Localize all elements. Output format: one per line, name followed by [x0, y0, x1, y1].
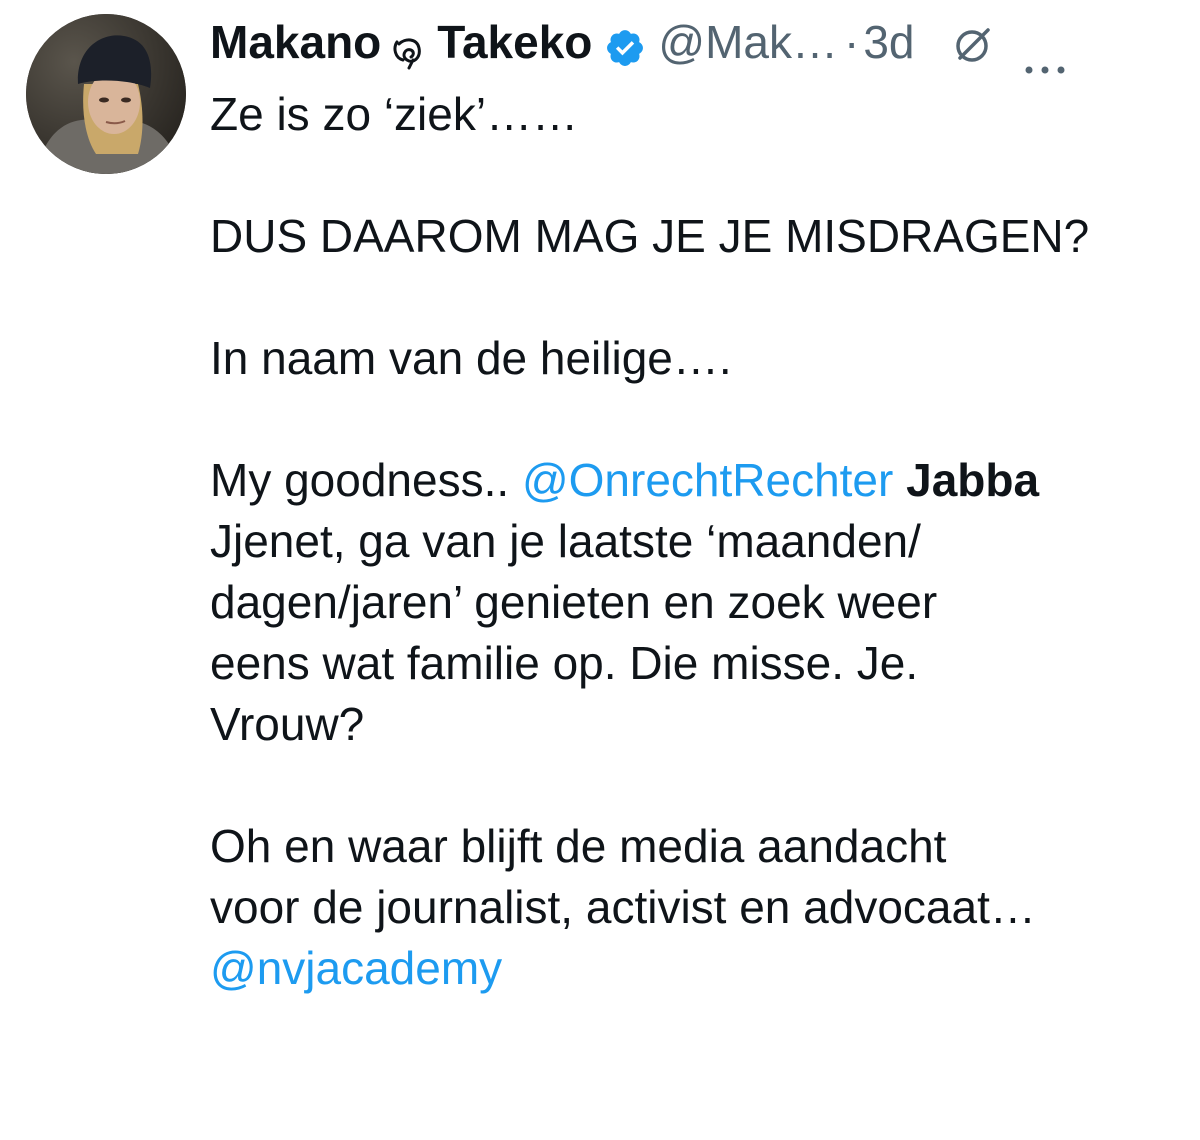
avatar[interactable]: [26, 14, 186, 174]
display-name-first[interactable]: Makano: [210, 10, 381, 74]
mention-link[interactable]: @OnrechtRechter: [522, 454, 893, 506]
verified-badge-icon: [604, 21, 646, 66]
profile-photo: [26, 14, 186, 174]
tweet-text-span: My goodness..: [210, 454, 522, 506]
tweet-header: Makano Takeko @Mak… · 3d: [210, 10, 1067, 74]
tweet-line: @nvjacademy: [210, 938, 1185, 999]
tweet-line: eens wat familie op. Die misse. Je.: [210, 637, 919, 689]
bold-text: Jabba: [906, 454, 1040, 506]
tweet-line: Ze is zo ‘ziek’……: [210, 88, 579, 140]
tweet-line: Oh en waar blijft de media aandacht: [210, 820, 947, 872]
separator-dot: ·: [844, 16, 860, 68]
tweet-text: Ze is zo ‘ziek’…… DUS DAAROM MAG JE JE M…: [210, 84, 1185, 999]
display-name-last[interactable]: Takeko: [437, 10, 592, 74]
grok-icon[interactable]: [951, 19, 997, 65]
timestamp[interactable]: 3d: [863, 10, 914, 74]
user-handle[interactable]: @Mak…: [658, 10, 838, 74]
tweet-line: voor de journalist, activist en advocaat…: [210, 881, 1036, 933]
tweet-line: Vrouw?: [210, 698, 365, 750]
decorative-glyph-icon: [391, 22, 427, 70]
mention-link[interactable]: @nvjacademy: [210, 942, 502, 994]
more-options-icon[interactable]: [1023, 32, 1067, 74]
tweet-line: Jjenet, ga van je laatste ‘maanden/: [210, 515, 921, 567]
tweet-line: In naam van de heilige….: [210, 332, 732, 384]
tweet-line: dagen/jaren’ genieten en zoek weer: [210, 576, 938, 628]
tweet-paragraph: My goodness.. @OnrechtRechter Jabba: [210, 450, 1185, 511]
tweet[interactable]: Makano Takeko @Mak… · 3d Ze is zo ‘ziek’…: [0, 0, 1200, 1140]
tweet-line: DUS DAAROM MAG JE JE MISDRAGEN?: [210, 210, 1090, 262]
